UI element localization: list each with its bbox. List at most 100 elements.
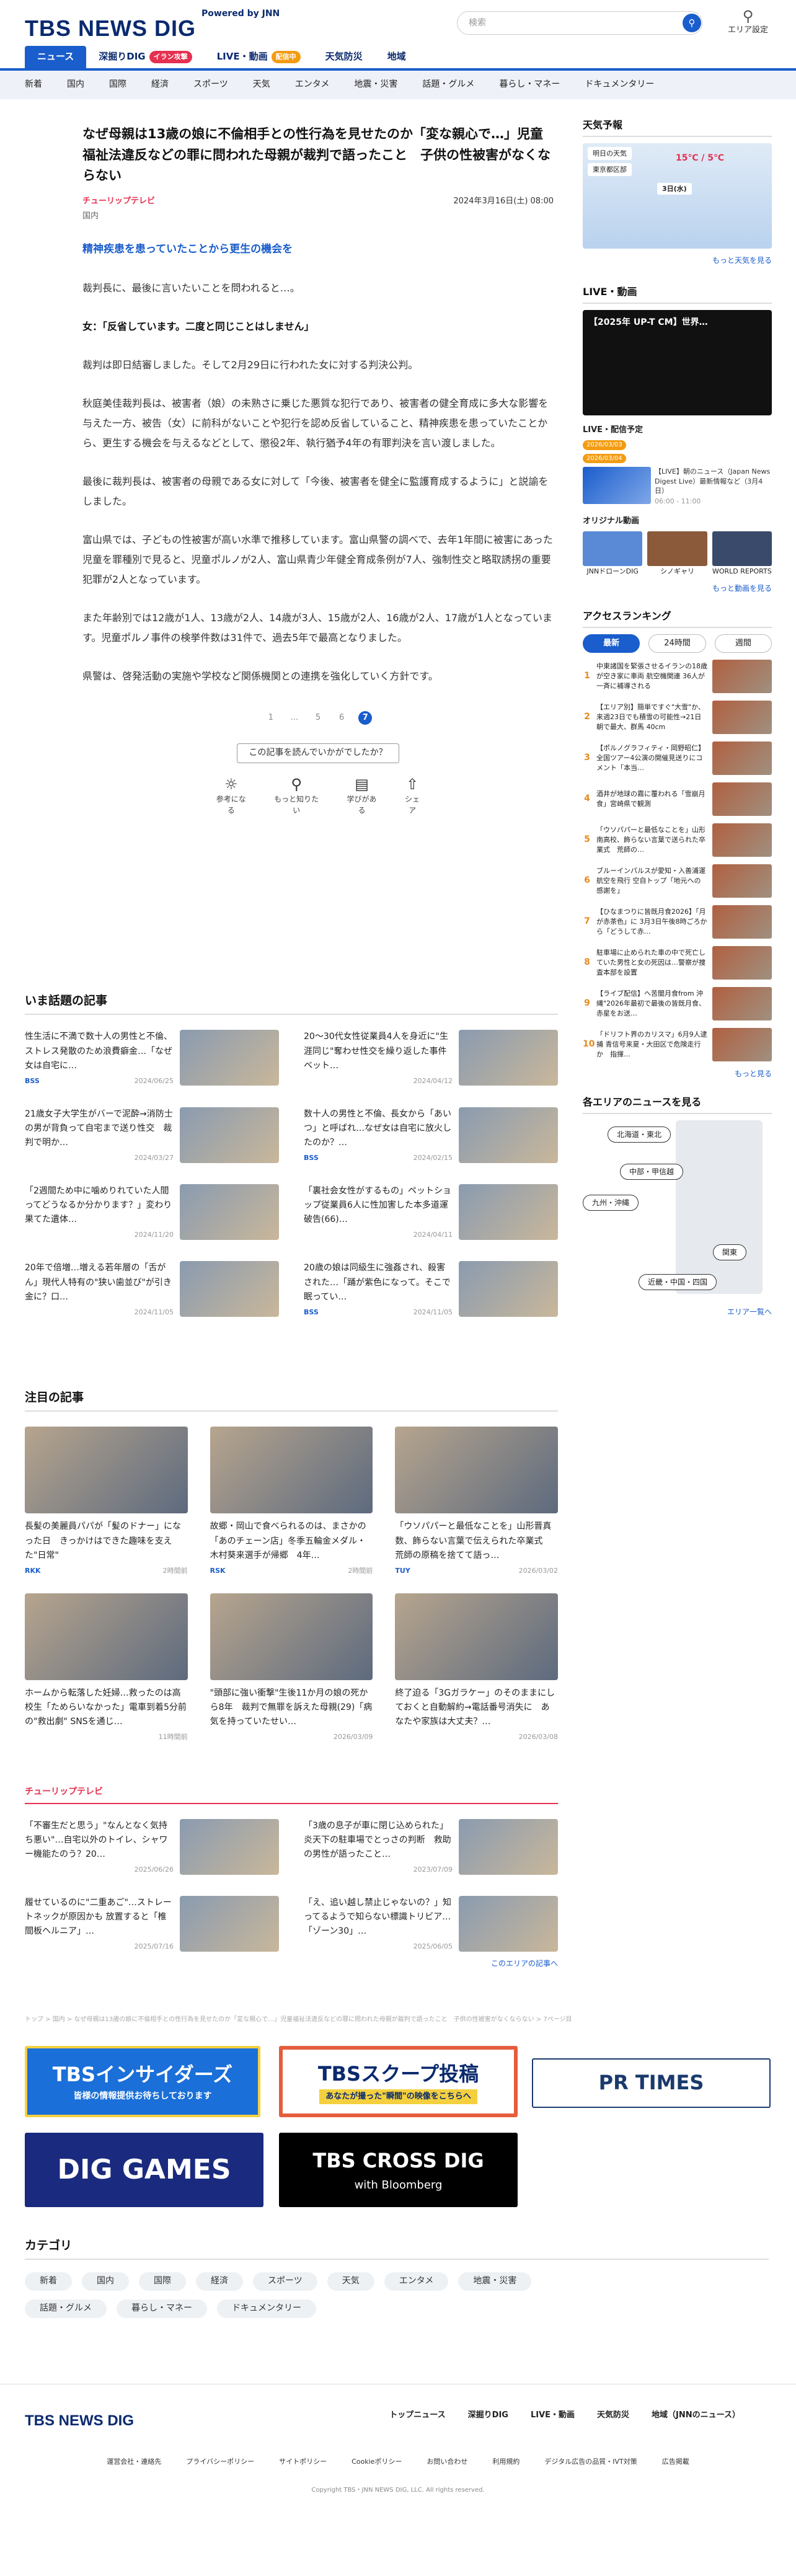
category-tag[interactable]: スポーツ — [253, 2272, 317, 2291]
reaction-more-button[interactable]: ⚲ もっと知りたい — [271, 776, 322, 817]
hot-article[interactable]: 21歳女子大学生がバーで泥酔→消防士の男が背負って自宅まで送り性交 裁判で明か…… — [25, 1107, 279, 1163]
site-logo[interactable]: TBS NEWS DIG — [25, 11, 196, 46]
breadcrumb[interactable]: トップ > 国内 > なぜ母親は13歳の娘に不倫相手との性行為を見せたのか「変な… — [25, 2015, 769, 2025]
article-thumbnail[interactable] — [180, 1107, 279, 1163]
hot-article[interactable]: 「2週間ため中に噛めりれていた人間ってどうなるか分かります？」変わり果てた遺体…… — [25, 1184, 279, 1241]
article-category[interactable]: 国内 — [82, 210, 554, 223]
hot-article[interactable]: 性生活に不満で数十人の男性と不倫、ストレス発散のため浪費癖金…「なぜ女は自宅に…… — [25, 1030, 279, 1086]
tulip-article[interactable]: 「不審生だと思う」"なんとなく気持ち悪い"…自宅以外のトイレ、シャワー機能たのう… — [25, 1818, 279, 1875]
article-image[interactable] — [395, 1593, 558, 1680]
subnav-item[interactable]: 国内 — [67, 78, 84, 92]
rank-thumbnail[interactable] — [712, 782, 772, 817]
rank-thumbnail[interactable] — [712, 823, 772, 857]
category-tag[interactable]: 国内 — [82, 2272, 129, 2291]
subnav-item[interactable]: 経済 — [151, 78, 169, 92]
footer-link[interactable]: トップニュース — [389, 2409, 445, 2422]
schedule-item[interactable]: 【LIVE】朝のニュース（Japan News Digest Live）最新情報… — [583, 467, 772, 506]
article-thumbnail[interactable] — [459, 1818, 558, 1875]
orig-more-link[interactable]: もっと動画を見る — [583, 583, 772, 595]
attention-article[interactable]: 故郷・岡山で食べられるのは、まさかの「あのチェーン店」冬季五輪金メダル・木村葵来… — [210, 1427, 373, 1575]
rank-thumbnail[interactable] — [712, 701, 772, 735]
rank-item[interactable]: 7 【ひなまつりに皆既月食2026】「月が赤茶色」に 3月3日午後8時ごろから「ど… — [583, 905, 772, 939]
rank-tab-week[interactable]: 週間 — [714, 634, 772, 653]
footer-link[interactable]: 深掘りDIG — [468, 2409, 508, 2422]
nav-live[interactable]: LIVE・動画 配信中 — [205, 46, 313, 68]
article-thumbnail[interactable] — [180, 1184, 279, 1241]
footer-sublink[interactable]: お問い合わせ — [427, 2456, 467, 2467]
region-button[interactable]: 九州・沖縄 — [583, 1194, 639, 1211]
hot-article[interactable]: 20年で倍増…増える若年層の「舌がん」現代人特有の"狭い歯並び"が引き金に？口…… — [25, 1261, 279, 1317]
category-tag[interactable]: 国際 — [139, 2272, 186, 2291]
crossdig-banner[interactable]: TBS CROSS DIG with Bloomberg — [279, 2133, 518, 2207]
category-tag[interactable]: ドキュメンタリー — [217, 2299, 316, 2318]
rank-tab-latest[interactable]: 最新 — [583, 634, 640, 653]
subnav-item[interactable]: 天気 — [253, 78, 270, 92]
subnav-item[interactable]: ドキュメンタリー — [585, 78, 654, 92]
insiders-banner[interactable]: TBSインサイダーズ 皆様の情報提供お待ちしております — [25, 2046, 260, 2117]
rank-thumbnail[interactable] — [712, 987, 772, 1021]
attention-article[interactable]: 「ウソパパーと最低なことを」山形晋真数、飾らない言葉で伝えられた卒業式 荒師の原… — [395, 1427, 558, 1575]
rank-thumbnail[interactable] — [712, 741, 772, 776]
article-source[interactable]: チューリップテレビ — [82, 195, 155, 208]
article-thumbnail[interactable] — [459, 1261, 558, 1317]
hot-article[interactable]: 数十人の男性と不倫、長女から「あいつ」と呼ばれ…なぜ女は自宅に放火したのか？… B… — [304, 1107, 558, 1163]
rank-thumbnail[interactable] — [712, 864, 772, 898]
search-input[interactable]: 検索 — [457, 11, 702, 35]
subnav-item[interactable]: 暮らし・マネー — [499, 78, 560, 92]
article-thumbnail[interactable] — [180, 1896, 279, 1952]
rank-tab-24h[interactable]: 24時間 — [648, 634, 706, 653]
article-thumbnail[interactable] — [180, 1261, 279, 1317]
article-image[interactable] — [25, 1427, 188, 1514]
nav-region[interactable]: 地域 — [375, 46, 418, 68]
article-thumbnail[interactable] — [459, 1184, 558, 1241]
page-link[interactable]: 1 — [264, 711, 278, 725]
share-button[interactable]: ⇧ シェア — [401, 776, 423, 817]
footer-sublink[interactable]: 運営会社・連絡先 — [107, 2456, 161, 2467]
nav-weather[interactable]: 天気防災 — [313, 46, 375, 68]
tulip-more-link[interactable]: このエリアの記事へ — [25, 1958, 558, 1970]
area-more-link[interactable]: エリア一覧へ — [583, 1306, 772, 1318]
article-thumbnail[interactable] — [459, 1896, 558, 1952]
footer-sublink[interactable]: Cookieポリシー — [352, 2456, 402, 2467]
article-thumbnail[interactable] — [180, 1818, 279, 1875]
diggames-banner[interactable]: DIG GAMES — [25, 2133, 263, 2207]
search-icon[interactable]: ⚲ — [683, 14, 701, 32]
tulip-heading[interactable]: チューリップテレビ — [25, 1786, 558, 1804]
tulip-article[interactable]: 履せているのに"二重あご"…ストレートネックが原因かも 放置すると「椎間板ヘルニ… — [25, 1896, 279, 1952]
nav-news[interactable]: ニュース — [25, 46, 87, 68]
rank-item[interactable]: 4 酒井が地球の霧に覆われる「雪崩月食」宮崎県で観測 — [583, 782, 772, 817]
region-button[interactable]: 中部・甲信越 — [620, 1163, 684, 1180]
category-tag[interactable]: 新着 — [25, 2272, 72, 2291]
rank-thumbnail[interactable] — [712, 660, 772, 694]
category-tag[interactable]: 地震・災害 — [458, 2272, 532, 2291]
orig-video[interactable]: JNNドローンDIG — [583, 531, 643, 577]
footer-logo[interactable]: TBS NEWS DIG — [25, 2409, 134, 2432]
article-image[interactable] — [25, 1593, 188, 1680]
subnav-item[interactable]: スポーツ — [193, 78, 228, 92]
article-thumbnail[interactable] — [459, 1107, 558, 1163]
attention-article[interactable]: "頭部に強い衝撃"生後11か月の娘の死から8年 裁判で無罪を訴えた母親(29)「… — [210, 1593, 373, 1742]
category-tag[interactable]: 暮らし・マネー — [117, 2299, 207, 2318]
footer-link[interactable]: LIVE・動画 — [531, 2409, 575, 2422]
footer-link[interactable]: 地域（JNNのニュース） — [652, 2409, 740, 2422]
tulip-article[interactable]: 「え、追い越し禁止じゃないの？」知ってるようで知らない標識トリビア…「ゾーン30… — [304, 1896, 558, 1952]
article-image[interactable] — [395, 1427, 558, 1514]
hot-article[interactable]: 20〜30代女性従業員4人を身近に"生涯同じ"奪わせ性交を繰り返した事件 ベット… — [304, 1030, 558, 1086]
weather-more-link[interactable]: もっと天気を見る — [583, 255, 772, 267]
article-thumbnail[interactable] — [180, 1030, 279, 1086]
rank-item[interactable]: 5 「ウソパパーと最低なことを」山形南高校、飾らない言葉で送られた卒業式 荒師の… — [583, 823, 772, 857]
attention-article[interactable]: 終了迫る「3Gガラケー」のそのままにしておくと自動解約→電話番号消失に あなたや… — [395, 1593, 558, 1742]
reaction-learn-button[interactable]: ▤ 学びがある — [343, 776, 381, 817]
article-image[interactable] — [210, 1427, 373, 1514]
page-link[interactable]: 5 — [311, 711, 325, 725]
rank-item[interactable]: 1 中東諸国を緊張させるイランの18歳が空き家に車両 航空機関連 36人が一斉に補… — [583, 659, 772, 694]
hot-article[interactable]: 「裏社会女性がするもの」ペットショップ従業員6人に性加害した本多道運破告(66)… — [304, 1184, 558, 1241]
article-thumbnail[interactable] — [459, 1030, 558, 1086]
attention-article[interactable]: 長髪の美麗員パパが「髪のドナー」になった日 きっかけはできた趣味を支えた"日常"… — [25, 1427, 188, 1575]
subnav-item[interactable]: 新着 — [25, 78, 42, 92]
subnav-item[interactable]: 国際 — [109, 78, 126, 92]
reaction-helpful-button[interactable]: ☼ 参考になる — [213, 776, 250, 817]
subnav-item[interactable]: 話題・グルメ — [422, 78, 474, 92]
footer-sublink[interactable]: デジタル広告の品質・IVT対策 — [544, 2456, 637, 2467]
footer-sublink[interactable]: プライバシーポリシー — [186, 2456, 254, 2467]
